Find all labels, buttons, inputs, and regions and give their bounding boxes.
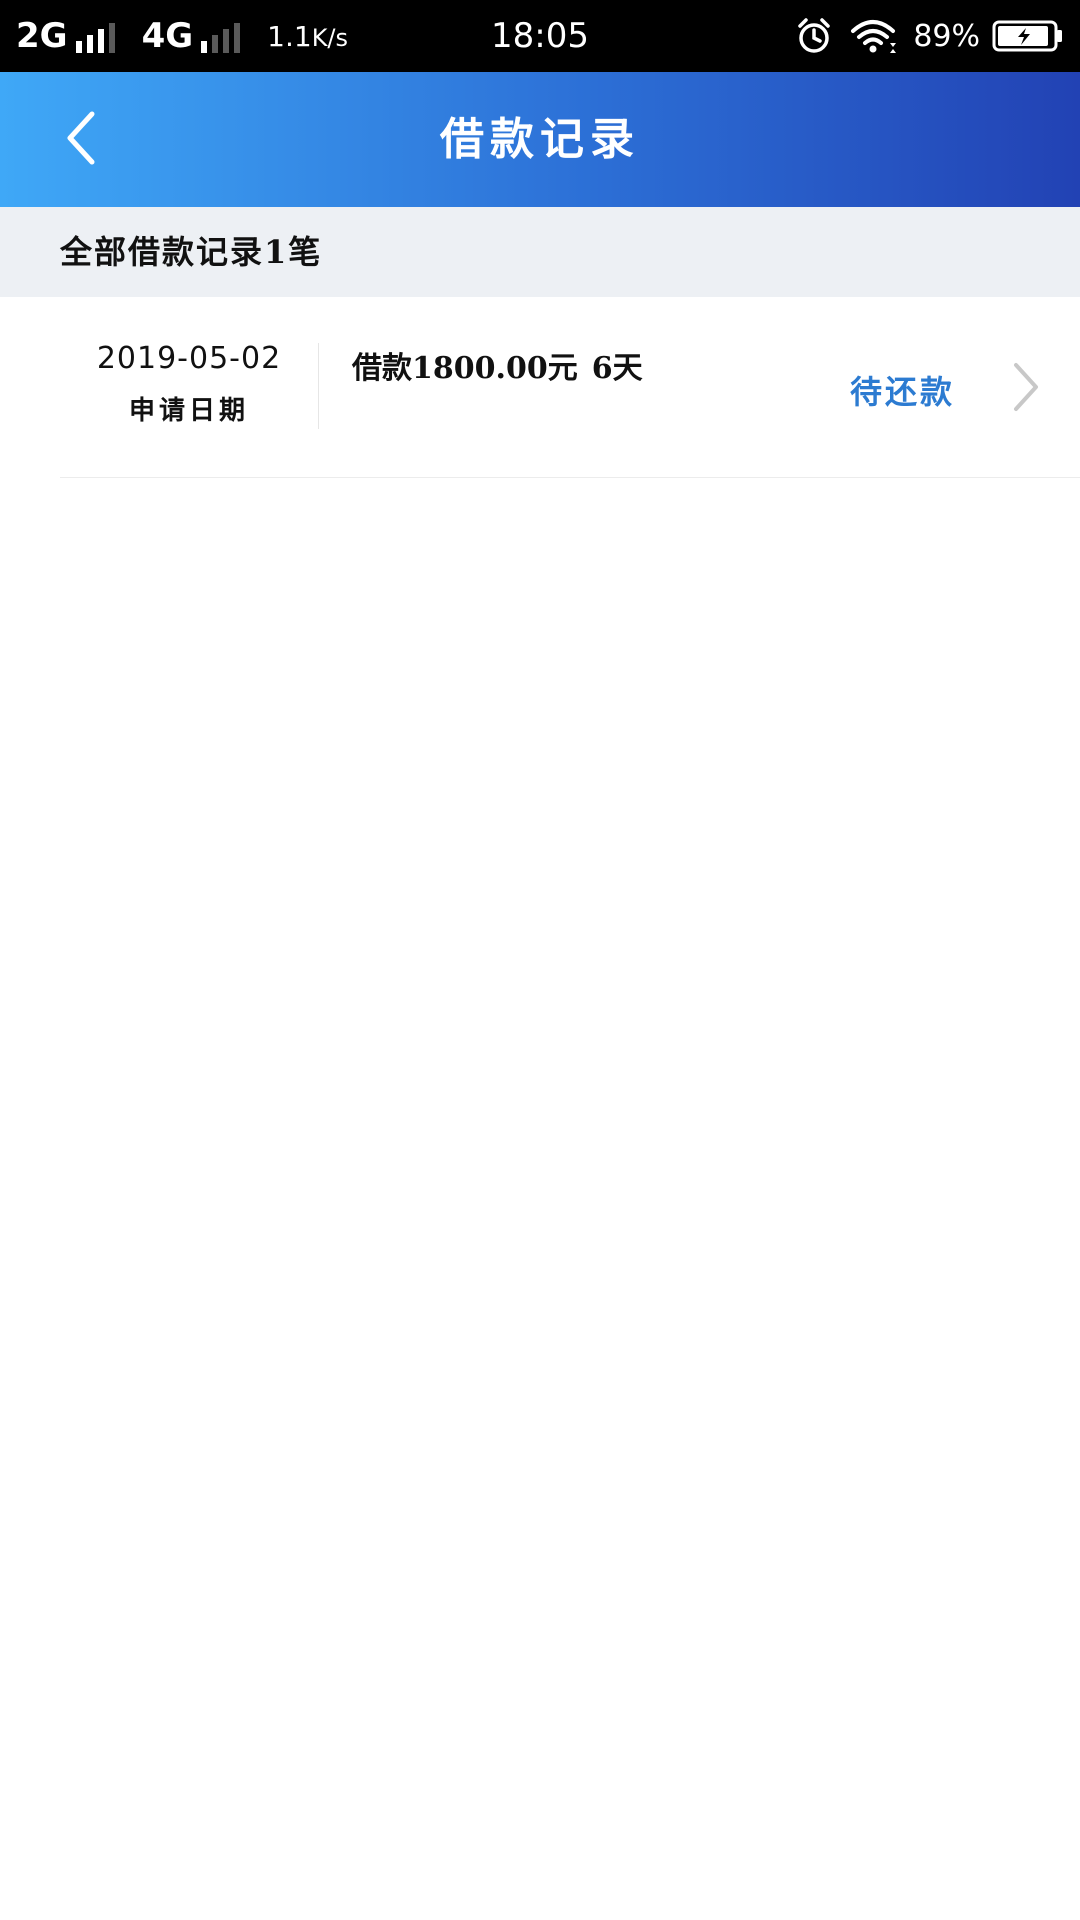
wifi-icon xyxy=(849,17,897,55)
loan-record-row[interactable]: 2019-05-02 申请日期 借款1800.00元 6天 待还款 xyxy=(60,297,1080,478)
battery-charging-icon xyxy=(992,19,1064,53)
status-right: 89% xyxy=(795,0,1064,72)
loan-amount: 1800.00 xyxy=(412,351,548,386)
alarm-icon xyxy=(795,17,833,55)
repayment-status: 待还款 xyxy=(850,373,956,411)
application-date: 2019-05-02 xyxy=(96,341,282,376)
application-date-label: 申请日期 xyxy=(128,396,249,426)
status-bar: 2G 4G 1.1K/s 18:05 89% xyxy=(0,0,1080,72)
date-column: 2019-05-02 申请日期 xyxy=(60,341,318,427)
loan-summary: 借款1800.00元 6天 xyxy=(352,343,643,387)
loan-prefix: 借款 xyxy=(352,351,412,386)
page-title: 借款记录 xyxy=(440,114,640,165)
record-count-summary: 全部借款记录1笔 xyxy=(60,233,323,271)
title-bar: 借款记录 xyxy=(0,72,1080,207)
loan-term: 6天 xyxy=(591,351,643,386)
chevron-right-icon[interactable] xyxy=(1006,359,1046,415)
column-divider xyxy=(318,343,319,429)
battery-percent: 89% xyxy=(913,18,980,54)
screen: 2G 4G 1.1K/s 18:05 89% 借款记录 全部借款记录1笔 201… xyxy=(0,0,1080,1920)
summary-band: 全部借款记录1笔 xyxy=(0,207,1080,297)
loan-currency: 元 xyxy=(547,351,578,386)
